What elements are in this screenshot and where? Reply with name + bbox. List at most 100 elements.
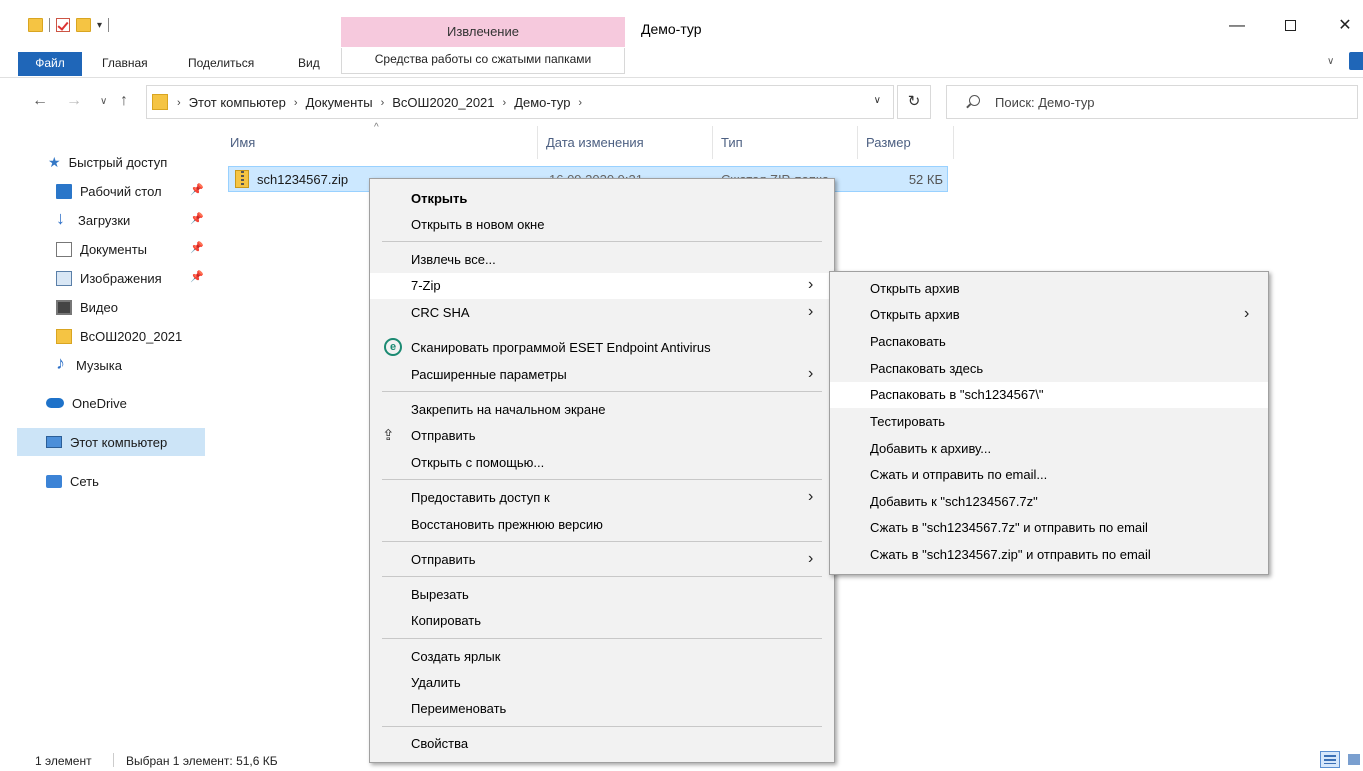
pin-icon[interactable]: 📌 bbox=[190, 241, 204, 254]
submenu-item-extract-to-folder[interactable]: Распаковать в "sch1234567\" bbox=[830, 382, 1268, 408]
submenu-item-extract-here[interactable]: Распаковать здесь bbox=[830, 356, 1268, 382]
nav-item-images[interactable]: Изображения 📌 bbox=[56, 265, 206, 291]
breadcrumb-separator-icon[interactable]: › bbox=[177, 95, 181, 111]
up-arrow-icon[interactable]: ↑ bbox=[120, 92, 128, 110]
window-title: Демо-тур bbox=[641, 21, 702, 37]
close-button[interactable]: ✕ bbox=[1330, 14, 1360, 38]
menu-item-open[interactable]: Открыть bbox=[370, 186, 834, 212]
nav-network[interactable]: Сеть bbox=[46, 468, 99, 494]
menu-item-advanced-options[interactable]: Расширенные параметры › bbox=[370, 362, 834, 388]
submenu-item-open-archive-as[interactable]: Открыть архив › bbox=[830, 302, 1268, 328]
status-selection: Выбран 1 элемент: 51,6 КБ bbox=[126, 754, 278, 768]
breadcrumb-item[interactable]: Документы bbox=[306, 95, 373, 111]
new-folder-icon[interactable] bbox=[76, 18, 91, 32]
nav-item-downloads[interactable]: Загрузки 📌 bbox=[56, 207, 206, 233]
nav-this-pc[interactable]: Этот компьютер bbox=[17, 428, 205, 456]
column-header-date[interactable]: Дата изменения bbox=[538, 126, 713, 159]
menu-item-delete[interactable]: Удалить bbox=[370, 670, 834, 696]
submenu-item-test[interactable]: Тестировать bbox=[830, 409, 1268, 435]
zip-folder-icon bbox=[235, 170, 249, 188]
submenu-item-extract[interactable]: Распаковать bbox=[830, 329, 1268, 355]
ribbon-tab-bar: Файл Главная Поделиться Вид ∨ bbox=[0, 48, 1363, 78]
refresh-icon: ↻ bbox=[907, 93, 921, 110]
menu-item-rename[interactable]: Переименовать bbox=[370, 696, 834, 722]
menu-item-crc-sha[interactable]: CRC SHA › bbox=[370, 300, 834, 326]
nav-item-music[interactable]: Музыка bbox=[56, 352, 122, 378]
tab-share[interactable]: Поделиться bbox=[188, 52, 254, 76]
search-box[interactable] bbox=[946, 85, 1358, 119]
submenu-item-add-to-7z[interactable]: Добавить к "sch1234567.7z" bbox=[830, 489, 1268, 515]
contextual-tab-header: Извлечение bbox=[341, 17, 625, 47]
menu-item-give-access[interactable]: Предоставить доступ к › bbox=[370, 485, 834, 511]
menu-item-copy[interactable]: Копировать bbox=[370, 608, 834, 634]
column-header-size[interactable]: Размер bbox=[858, 126, 954, 159]
pin-icon[interactable]: 📌 bbox=[190, 212, 204, 225]
pin-icon[interactable]: 📌 bbox=[190, 183, 204, 196]
search-input[interactable] bbox=[995, 92, 1335, 112]
breadcrumb-item[interactable]: ВсОШ2020_2021 bbox=[392, 95, 494, 111]
menu-item-pin-start[interactable]: Закрепить на начальном экране bbox=[370, 397, 834, 423]
nav-item-video[interactable]: Видео bbox=[56, 294, 118, 320]
back-arrow-icon[interactable]: ← bbox=[32, 92, 48, 110]
menu-item-label: Открыть в новом окне bbox=[411, 217, 545, 232]
forward-arrow-icon[interactable]: → bbox=[66, 92, 82, 110]
minimize-button[interactable]: — bbox=[1222, 14, 1252, 38]
submenu-item-compress-7z-email[interactable]: Сжать в "sch1234567.7z" и отправить по e… bbox=[830, 515, 1268, 541]
submenu-item-compress-email[interactable]: Сжать и отправить по email... bbox=[830, 462, 1268, 488]
breadcrumb-separator-icon[interactable]: › bbox=[381, 95, 385, 111]
tab-home[interactable]: Главная bbox=[102, 52, 148, 76]
menu-item-open-with[interactable]: Открыть с помощью... bbox=[370, 450, 834, 476]
folder-icon bbox=[56, 328, 72, 344]
breadcrumb-separator-icon[interactable]: › bbox=[294, 95, 298, 111]
details-view-icon[interactable] bbox=[1320, 751, 1340, 768]
refresh-button[interactable]: ↻ bbox=[897, 85, 931, 119]
tab-view[interactable]: Вид bbox=[298, 52, 320, 76]
breadcrumb-separator-icon[interactable]: › bbox=[578, 95, 582, 111]
nav-item-label: Изображения bbox=[80, 270, 162, 286]
tab-compressed-folder-tools[interactable]: Средства работы со сжатыми папками bbox=[341, 48, 625, 74]
menu-item-restore-version[interactable]: Восстановить прежнюю версию bbox=[370, 512, 834, 538]
breadcrumb-item[interactable]: Демо-тур bbox=[514, 95, 570, 111]
breadcrumb-separator-icon[interactable]: › bbox=[503, 95, 507, 111]
pin-icon[interactable]: 📌 bbox=[190, 270, 204, 283]
desktop-icon bbox=[56, 183, 72, 199]
menu-separator bbox=[382, 541, 822, 542]
menu-item-7zip[interactable]: 7-Zip › bbox=[370, 273, 834, 299]
address-history-chevron-icon[interactable]: ∨ bbox=[874, 95, 881, 106]
column-header-type[interactable]: Тип bbox=[713, 126, 858, 159]
address-bar[interactable]: › Этот компьютер › Документы › ВсОШ2020_… bbox=[146, 85, 894, 119]
expand-ribbon-chevron-icon[interactable]: ∨ bbox=[1327, 56, 1334, 67]
column-header-name[interactable]: Имя bbox=[222, 126, 538, 159]
customize-toolbar-chevron-icon[interactable]: ▾ bbox=[97, 20, 102, 31]
submenu-item-add-to-archive[interactable]: Добавить к архиву... bbox=[830, 436, 1268, 462]
menu-item-extract-all[interactable]: Извлечь все... bbox=[370, 247, 834, 273]
menu-item-cut[interactable]: Вырезать bbox=[370, 582, 834, 608]
menu-item-create-shortcut[interactable]: Создать ярлык bbox=[370, 644, 834, 670]
maximize-button[interactable] bbox=[1275, 14, 1305, 38]
submenu-item-open-archive[interactable]: Открыть архив bbox=[830, 276, 1268, 302]
nav-item-folder[interactable]: ВсОШ2020_2021 bbox=[56, 323, 182, 349]
nav-item-label: OneDrive bbox=[72, 395, 127, 411]
nav-quick-access[interactable]: ★ Быстрый доступ bbox=[48, 149, 167, 175]
menu-item-open-new-window[interactable]: Открыть в новом окне bbox=[370, 212, 834, 238]
menu-item-eset-scan[interactable]: e Сканировать программой ESET Endpoint An… bbox=[370, 335, 834, 361]
help-icon[interactable] bbox=[1349, 52, 1363, 70]
file-size: 52 КБ bbox=[908, 172, 943, 187]
properties-icon[interactable] bbox=[56, 18, 70, 32]
status-divider bbox=[113, 753, 114, 767]
large-icons-view-icon[interactable] bbox=[1345, 751, 1363, 768]
tab-file[interactable]: Файл bbox=[18, 52, 82, 76]
menu-separator bbox=[382, 576, 822, 577]
nav-item-documents[interactable]: Документы 📌 bbox=[56, 236, 206, 262]
submenu-arrow-icon: › bbox=[808, 303, 814, 320]
submenu-item-label: Добавить к архиву... bbox=[870, 441, 992, 456]
nav-item-desktop[interactable]: Рабочий стол 📌 bbox=[56, 178, 206, 204]
submenu-item-compress-zip-email[interactable]: Сжать в "sch1234567.zip" и отправить по … bbox=[830, 542, 1268, 568]
recent-locations-chevron-icon[interactable]: ∨ bbox=[100, 96, 107, 107]
menu-item-label: Отправить bbox=[411, 552, 476, 567]
menu-item-share[interactable]: ⇪ Отправить bbox=[370, 423, 834, 449]
menu-item-label: Переименовать bbox=[411, 701, 507, 716]
nav-onedrive[interactable]: OneDrive bbox=[46, 390, 127, 416]
breadcrumb-item[interactable]: Этот компьютер bbox=[189, 95, 286, 111]
menu-item-send-to[interactable]: Отправить › bbox=[370, 547, 834, 573]
